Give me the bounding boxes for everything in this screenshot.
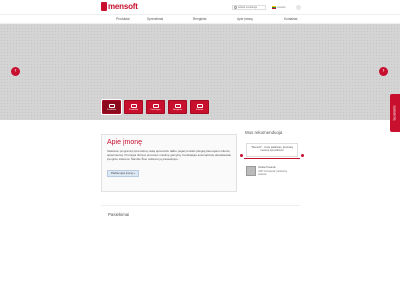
slider-thumbs: Produktai Produktai Paslaugos Renginiai … xyxy=(101,99,209,115)
recommendations-box: "Mensoft" - mūsų patikimas, tiesmuką mėn… xyxy=(238,140,307,200)
language-label: Lietuvių xyxy=(277,6,286,9)
logo-text: mensoft xyxy=(108,2,138,11)
hero-slider: ‹ › Produktai Produktai Paslaugos Rengin… xyxy=(0,24,400,120)
nav-item-solutions[interactable]: Sprendimai xyxy=(147,17,163,21)
thumb-icon xyxy=(174,103,181,108)
search-input[interactable] xyxy=(238,5,264,10)
recommendations-title: Mus rekomenduoja xyxy=(245,130,283,135)
slider-next-button[interactable]: › xyxy=(379,67,388,76)
thumb-label: Produktai xyxy=(128,108,139,111)
achievements-title: Pasiekimai xyxy=(108,212,130,217)
thumb-label: Renginiai xyxy=(172,108,183,111)
slider-thumb[interactable]: Renginiai xyxy=(168,100,187,114)
recommender-name: Vardas Pavarde xyxy=(258,166,276,169)
main-nav: Produktai Sprendimai Renginiai Apie įmon… xyxy=(0,14,400,24)
slider-thumb[interactable]: Klientai xyxy=(190,100,209,114)
side-tab-label: Susisiekite xyxy=(393,105,397,121)
nav-item-events[interactable]: Renginiai xyxy=(193,17,206,21)
slider-thumb[interactable]: Paslaugos xyxy=(146,100,165,114)
slider-thumb[interactable]: Produktai xyxy=(101,99,122,115)
thumb-icon xyxy=(130,103,137,108)
lithuanian-flag-icon xyxy=(272,6,276,9)
rec-prev-dot[interactable] xyxy=(240,154,243,157)
rec-next-dot[interactable] xyxy=(301,154,304,157)
thumb-icon xyxy=(196,103,203,108)
about-title: Apie įmonę xyxy=(107,139,143,146)
thumb-label: Paslaugos xyxy=(150,108,161,111)
divider xyxy=(101,205,300,206)
about-box: Apie įmonę Siekiame programinį sprendimą… xyxy=(101,134,237,192)
page: mensoft Lietuvių Produktai Sprendimai Re… xyxy=(0,0,400,300)
search-box[interactable] xyxy=(232,5,266,10)
nav-item-contacts[interactable]: Kontaktai xyxy=(284,17,297,21)
thumb-label: Klientai xyxy=(195,108,204,111)
recommender-company: UAB "Kompanija" pardavimų vadovas xyxy=(258,171,288,176)
language-selector[interactable]: Lietuvių xyxy=(272,6,286,9)
search-icon[interactable] xyxy=(234,6,237,9)
thumb-icon xyxy=(108,103,115,108)
rec-line xyxy=(244,158,300,159)
social-icon[interactable] xyxy=(296,5,301,10)
nav-item-products[interactable]: Produktai xyxy=(116,17,129,21)
thumb-label: Produktai xyxy=(106,108,117,111)
recommendation-quote: "Mensoft" - mūsų patikimas, tiesmuką mėn… xyxy=(246,143,298,157)
slider-thumb[interactable]: Produktai xyxy=(124,100,143,114)
logo-mark-icon xyxy=(101,2,107,11)
logo[interactable]: mensoft xyxy=(101,2,138,11)
header: mensoft Lietuvių xyxy=(0,0,400,14)
nav-item-about[interactable]: Apie įmonę xyxy=(237,17,253,21)
about-text: Siekiame programinį sprendimą viską apim… xyxy=(107,149,231,161)
thumb-icon xyxy=(152,103,159,108)
contact-side-tab[interactable]: Susisiekite xyxy=(390,94,400,132)
about-more-button[interactable]: Plačiau apie įmonę » xyxy=(107,170,140,177)
slider-prev-button[interactable]: ‹ xyxy=(11,67,20,76)
avatar xyxy=(246,166,256,176)
